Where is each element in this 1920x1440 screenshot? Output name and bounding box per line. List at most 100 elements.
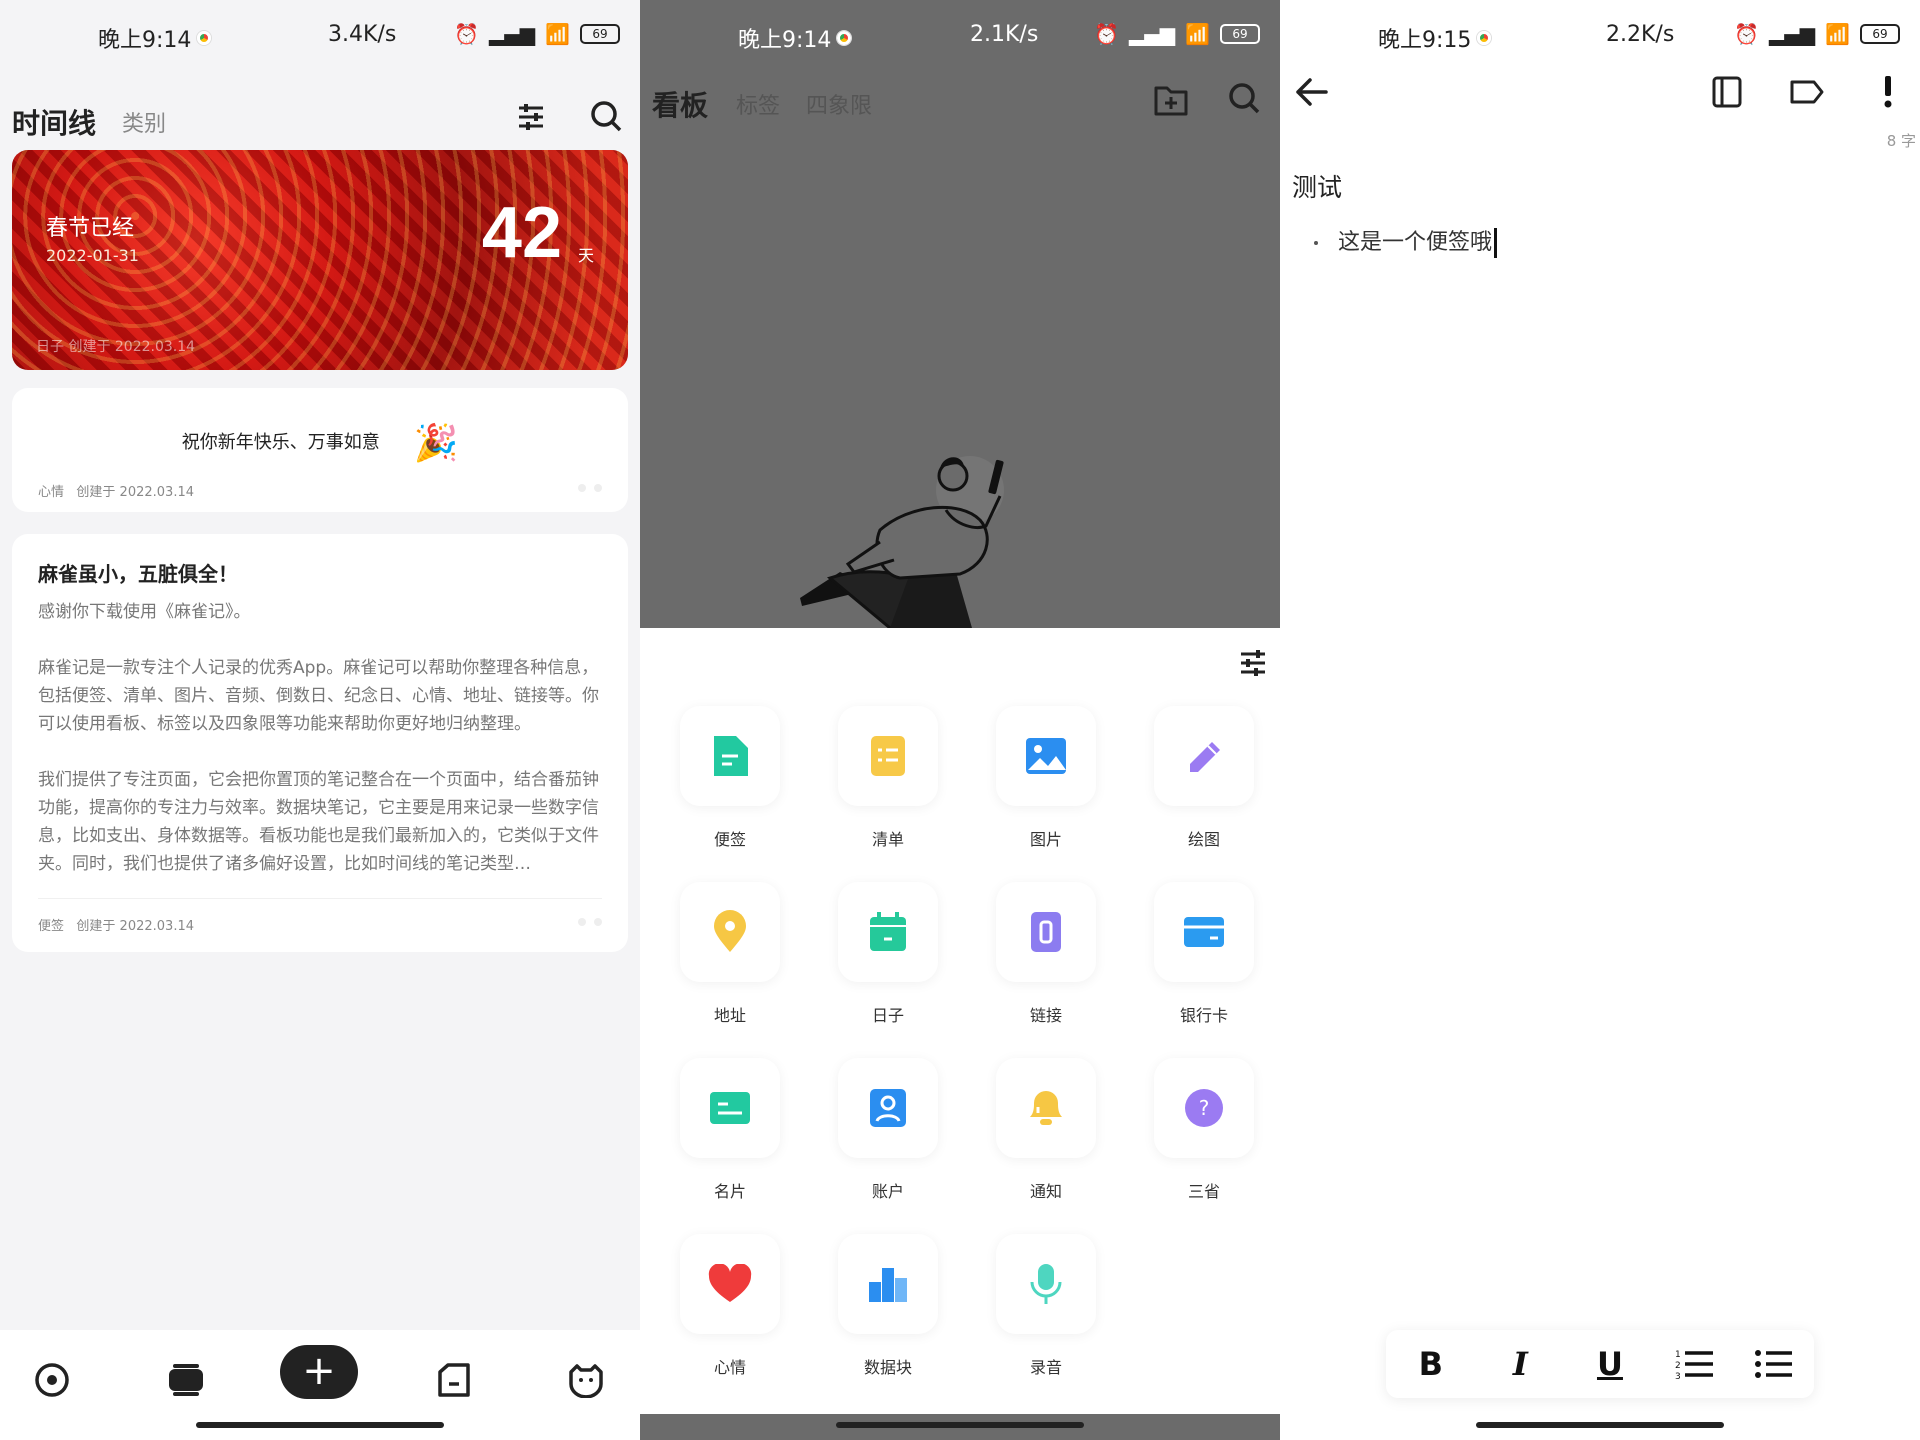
note-icon [680,706,780,806]
note-type-mic[interactable]: 录音 [982,1234,1110,1378]
bullet-item[interactable]: 这是一个便签哦 [1314,224,1498,258]
note-type-link[interactable]: 链接 [982,882,1110,1026]
network-speed: 3.4K/s [328,22,397,47]
status-icons: ⏰ ▂▄▆ 📶 69 [1094,22,1260,46]
more-dots-icon[interactable] [578,484,602,492]
more-dots-icon[interactable] [578,918,602,926]
note-type-label: 便签 [713,830,746,849]
svg-text:?: ? [1199,1096,1210,1120]
note-type-label: 心情 [713,1358,746,1377]
ordered-list-icon[interactable]: 123 [1675,1348,1715,1380]
chrome-icon [197,31,212,45]
card-icon [1154,882,1254,982]
status-time-wrap: 晚上9:15 [1378,22,1492,54]
priority-icon[interactable] [1882,76,1894,108]
mood-card[interactable]: 祝你新年快乐、万事如意 🎉 心情 创建于 2022.03.14 [12,388,628,512]
side-panel-icon[interactable] [1712,76,1742,108]
bullet-text: 这是一个便签哦 [1338,230,1493,255]
home-indicator[interactable] [196,1422,444,1428]
add-button[interactable]: + [280,1345,358,1399]
mood-meta: 心情 创建于 2022.03.14 [38,481,194,500]
italic-button[interactable]: I [1495,1345,1545,1383]
divider [38,898,602,899]
timeline-nav-icon[interactable] [156,1350,216,1410]
note-type-location[interactable]: 地址 [666,882,794,1026]
note-meta: 便签 创建于 2022.03.14 [38,915,194,934]
note-type-account[interactable]: 账户 [824,1058,952,1202]
svg-text:3: 3 [1675,1372,1681,1380]
mic-icon [996,1234,1096,1334]
char-count: 8 字 [1886,132,1916,150]
dim-overlay[interactable]: 晚上9:14 2.1K/s ⏰ ▂▄▆ 📶 69 看板 标签 四象限 [640,0,1280,628]
banner-date: 2022-01-31 [46,246,139,265]
note-type-pen[interactable]: 绘图 [1140,706,1268,850]
tab-tags[interactable]: 标签 [736,88,780,120]
note-type-label: 银行卡 [1179,1006,1228,1025]
tab-category[interactable]: 类别 [122,106,166,138]
mood-category: 心情 [38,485,65,500]
banner-meta: 日子 创建于 2022.03.14 [36,339,196,355]
note-type-sheet: 便签 清单 图片 绘图地址 日子 链接 银行卡名片 账户 通知? 三省心情 数据块 录音 [640,628,1280,1414]
note-title[interactable]: 测试 [1292,168,1342,204]
note-type-label: 三省 [1187,1182,1220,1201]
bell-icon [996,1058,1096,1158]
board-screen: 晚上9:14 2.1K/s ⏰ ▂▄▆ 📶 69 看板 标签 四象限 便签 清单… [640,0,1280,1440]
search-icon[interactable] [590,100,622,132]
profile-nav-icon[interactable] [556,1350,616,1410]
note-card[interactable]: 麻雀虽小，五脏俱全！ 感谢你下载使用《麻雀记》。 麻雀记是一款专注个人记录的优秀… [12,534,628,952]
note-para-3: 我们提供了专注页面，它会把你置顶的笔记整合在一个页面中，结合番茄钟功能，提高你的… [38,770,599,874]
search-icon[interactable] [1228,82,1260,114]
network-speed: 2.2K/s [1606,22,1675,47]
banner-days: 42 [481,193,562,273]
note-type-image[interactable]: 图片 [982,706,1110,850]
question-icon: ? [1154,1058,1254,1158]
note-type-card[interactable]: 银行卡 [1140,882,1268,1026]
battery-icon: 69 [1860,24,1900,44]
note-type-label: 图片 [1029,830,1062,849]
note-type-label: 绘图 [1187,830,1220,849]
new-folder-icon[interactable] [1154,84,1188,116]
note-type-namecard[interactable]: 名片 [666,1058,794,1202]
wifi-icon: 📶 [1825,22,1850,46]
board-nav-icon[interactable] [424,1350,484,1410]
banner-title: 春节已经 [46,216,135,241]
tab-timeline[interactable]: 时间线 [12,102,96,142]
note-created: 创建于 2022.03.14 [76,919,194,934]
note-type-note[interactable]: 便签 [666,706,794,850]
focus-nav-icon[interactable] [22,1350,82,1410]
countdown-banner-card[interactable]: 春节已经 2022-01-31 42 天 日子 创建于 2022.03.14 [12,150,628,370]
tab-quadrant[interactable]: 四象限 [806,88,872,120]
note-type-heart[interactable]: 心情 [666,1234,794,1378]
network-speed: 2.1K/s [970,22,1039,47]
settings-sliders-icon[interactable] [1238,648,1268,678]
signal-icon: ▂▄▆ [1128,22,1176,46]
note-type-question[interactable]: ? 三省 [1140,1058,1268,1202]
note-body: 感谢你下载使用《麻雀记》。 麻雀记是一款专注个人记录的优秀App。麻雀记可以帮助… [38,598,606,878]
back-arrow-icon[interactable] [1294,76,1328,108]
alarm-icon: ⏰ [1734,22,1759,46]
underline-button[interactable]: U [1585,1345,1635,1383]
status-time: 晚上9:15 [1378,28,1472,53]
note-type-bell[interactable]: 通知 [982,1058,1110,1202]
note-type-chart[interactable]: 数据块 [824,1234,952,1378]
wifi-icon: 📶 [545,22,570,46]
note-title: 麻雀虽小，五脏俱全！ [38,562,238,586]
note-para-2: 麻雀记是一款专注个人记录的优秀App。麻雀记可以帮助你整理各种信息，包括便签、清… [38,658,599,734]
image-icon [996,706,1096,806]
bold-button[interactable]: B [1406,1345,1456,1383]
tag-icon[interactable] [1790,80,1824,104]
note-type-label: 清单 [871,830,904,849]
mood-created: 创建于 2022.03.14 [76,485,194,500]
tab-board[interactable]: 看板 [652,84,708,124]
note-type-list[interactable]: 清单 [824,706,952,850]
note-type-calendar[interactable]: 日子 [824,882,952,1026]
filter-icon[interactable] [516,102,546,132]
chart-icon [838,1234,938,1334]
bullet-list-icon[interactable] [1754,1348,1794,1380]
list-icon [838,706,938,806]
heart-icon [680,1234,780,1334]
home-indicator[interactable] [836,1422,1084,1428]
location-icon [680,882,780,982]
home-indicator[interactable] [1476,1422,1724,1428]
status-icons: ⏰ ▂▄▆ 📶 69 [1734,22,1900,46]
